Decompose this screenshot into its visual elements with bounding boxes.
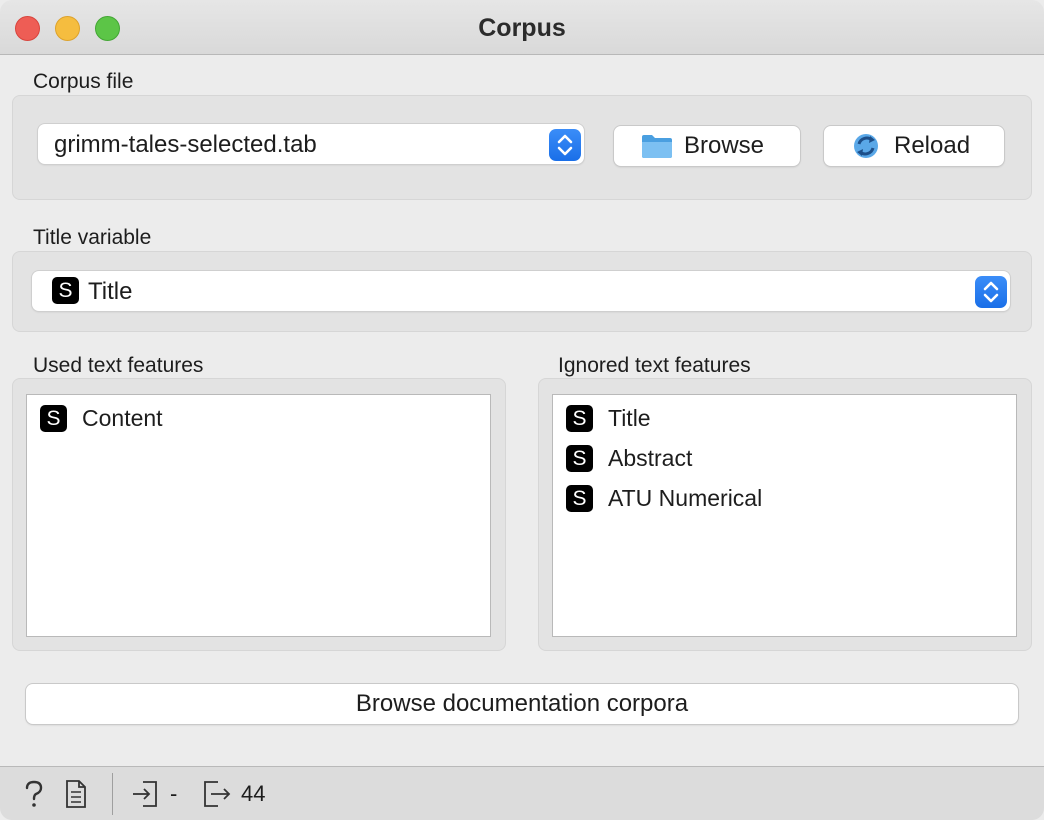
list-item[interactable]: S ATU Numerical	[566, 483, 762, 513]
input-status-value: -	[170, 781, 178, 806]
question-mark-icon[interactable]	[22, 779, 46, 814]
corpus-file-dropdown-icon[interactable]	[549, 129, 581, 161]
title-variable-dropdown-icon[interactable]	[975, 276, 1007, 308]
corpus-window: Corpus Corpus file grimm-tales-selected.…	[0, 0, 1044, 820]
browse-button[interactable]: Browse	[614, 126, 800, 166]
string-type-icon: S	[566, 444, 593, 472]
folder-icon	[640, 131, 674, 168]
feature-name: Title	[608, 404, 651, 431]
ignored-features-list[interactable]: S Title S Abstract S ATU Numerical	[552, 394, 1017, 637]
list-item[interactable]: S Title	[566, 403, 651, 433]
status-divider	[112, 773, 113, 815]
title-variable-value: Title	[88, 278, 133, 305]
corpus-file-label: Corpus file	[33, 70, 134, 93]
browse-documentation-button[interactable]: Browse documentation corpora	[26, 684, 1018, 724]
used-features-label: Used text features	[33, 354, 204, 377]
reload-icon	[850, 131, 882, 168]
input-arrow-icon	[131, 779, 159, 814]
list-item[interactable]: S Abstract	[566, 443, 692, 473]
output-arrow-icon	[202, 779, 232, 814]
status-bar: - 44	[0, 766, 1044, 820]
corpus-file-combo[interactable]: grimm-tales-selected.tab	[38, 124, 584, 164]
list-item[interactable]: S Content	[40, 403, 163, 433]
reload-button-label: Reload	[894, 132, 971, 159]
output-status-value: 44	[241, 781, 266, 806]
title-variable-combo[interactable]: S Title	[32, 271, 1010, 311]
string-type-icon: S	[52, 277, 79, 304]
string-type-icon: S	[40, 404, 67, 432]
feature-name: Content	[82, 404, 163, 431]
feature-name: Abstract	[608, 444, 693, 471]
window-title: Corpus	[478, 14, 566, 42]
reload-button[interactable]: Reload	[824, 126, 1004, 166]
document-icon[interactable]	[64, 779, 88, 814]
browse-documentation-label: Browse documentation corpora	[355, 690, 689, 717]
title-variable-label: Title variable	[33, 226, 152, 249]
used-features-list[interactable]: S Content	[26, 394, 491, 637]
browse-button-label: Browse	[684, 132, 765, 159]
ignored-features-label: Ignored text features	[558, 354, 751, 377]
title-bar: Corpus	[0, 0, 1044, 55]
string-type-icon: S	[566, 484, 593, 512]
feature-name: ATU Numerical	[608, 484, 763, 511]
corpus-file-value: grimm-tales-selected.tab	[54, 131, 317, 158]
string-type-icon: S	[566, 404, 593, 432]
